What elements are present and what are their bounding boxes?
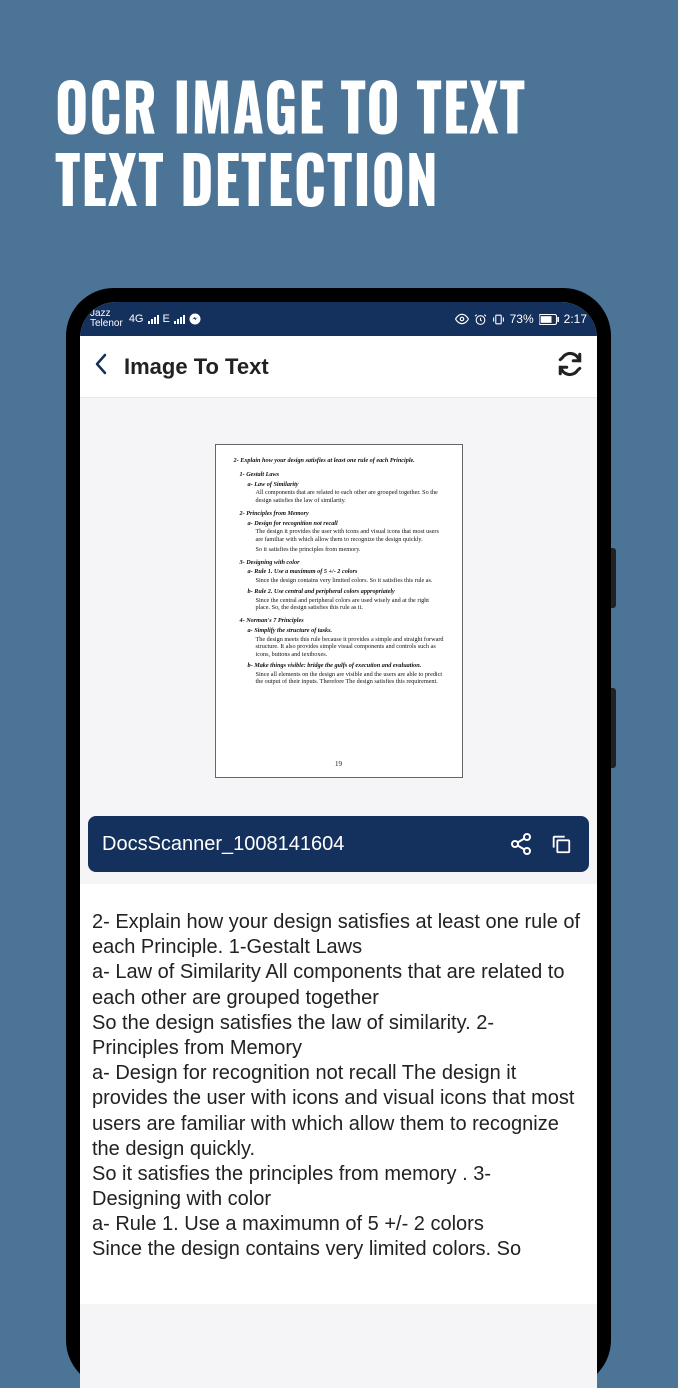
net-1: 4G xyxy=(129,313,144,325)
phone-screen: Jazz Telenor 4G E 73% 2:17 xyxy=(80,302,597,1388)
doc-section: 4- Norman's 7 Principles xyxy=(234,617,444,625)
doc-main-title: 2- Explain how your design satisfies at … xyxy=(234,457,444,465)
doc-subsection: b- Make things visible: bridge the gulfs… xyxy=(234,662,444,670)
doc-paragraph: Since the central and peripheral colors … xyxy=(234,597,444,613)
doc-subsection: b- Rule 2. Use central and peripheral co… xyxy=(234,588,444,596)
doc-paragraph: So it satisfies the principles from memo… xyxy=(234,546,444,554)
phone-frame: Jazz Telenor 4G E 73% 2:17 xyxy=(66,288,611,1388)
net-2: E xyxy=(163,313,170,325)
ocr-result-text[interactable]: 2- Explain how your design satisfies at … xyxy=(80,884,597,1304)
back-button[interactable] xyxy=(94,353,108,381)
doc-section: 3- Designing with color xyxy=(234,559,444,567)
doc-section: 2- Principles from Memory xyxy=(234,510,444,518)
refresh-button[interactable] xyxy=(557,351,583,382)
phone-volume-button xyxy=(611,548,616,608)
status-bar: Jazz Telenor 4G E 73% 2:17 xyxy=(80,302,597,336)
doc-subsection: a- Law of Similarity xyxy=(234,481,444,489)
app-bar: Image To Text xyxy=(80,336,597,398)
battery-percent: 73% xyxy=(510,312,534,326)
vibrate-icon xyxy=(492,313,505,326)
document-preview[interactable]: 2- Explain how your design satisfies at … xyxy=(215,444,463,778)
content-area: 2- Explain how your design satisfies at … xyxy=(80,398,597,1304)
doc-page-number: 19 xyxy=(216,760,462,769)
result-header: DocsScanner_1008141604 xyxy=(88,816,589,872)
signal-bars-icon xyxy=(174,314,185,324)
doc-paragraph: Since the design contains very limited c… xyxy=(234,577,444,585)
promo-line-2: TEXT DETECTION xyxy=(55,141,638,213)
battery-icon xyxy=(539,314,559,325)
signal-bars-icon xyxy=(148,314,159,324)
eye-icon xyxy=(455,312,469,326)
doc-section: 1- Gestalt Laws xyxy=(234,471,444,479)
doc-subsection: a- Rule 1. Use a maximum of 5 +/- 2 colo… xyxy=(234,568,444,576)
messenger-icon xyxy=(189,313,201,325)
share-icon xyxy=(509,832,533,856)
status-time: 2:17 xyxy=(564,312,587,326)
alarm-icon xyxy=(474,313,487,326)
share-button[interactable] xyxy=(507,830,535,858)
result-filename: DocsScanner_1008141604 xyxy=(102,833,495,856)
doc-subsection: a- Simplify the structure of tasks. xyxy=(234,627,444,635)
status-network-icons: 4G E xyxy=(129,313,201,325)
doc-paragraph: Since all elements on the design are vis… xyxy=(234,671,444,687)
doc-paragraph: The design meets this rule because it pr… xyxy=(234,636,444,659)
carrier-labels: Jazz Telenor xyxy=(90,309,123,329)
doc-paragraph: All components that are related to each … xyxy=(234,489,444,505)
promo-title: OCR IMAGE TO TEXT TEXT DETECTION xyxy=(0,0,678,259)
doc-subsection: a- Design for recognition not recall xyxy=(234,520,444,528)
status-left: Jazz Telenor 4G E xyxy=(90,309,201,329)
status-right: 73% 2:17 xyxy=(455,312,587,326)
page-title: Image To Text xyxy=(124,354,541,380)
doc-paragraph: The design it provides the user with ico… xyxy=(234,528,444,544)
copy-button[interactable] xyxy=(547,830,575,858)
copy-icon xyxy=(550,833,572,855)
phone-power-button xyxy=(611,688,616,768)
carrier-2: Telenor xyxy=(90,319,123,329)
document-preview-wrap: 2- Explain how your design satisfies at … xyxy=(80,398,597,816)
